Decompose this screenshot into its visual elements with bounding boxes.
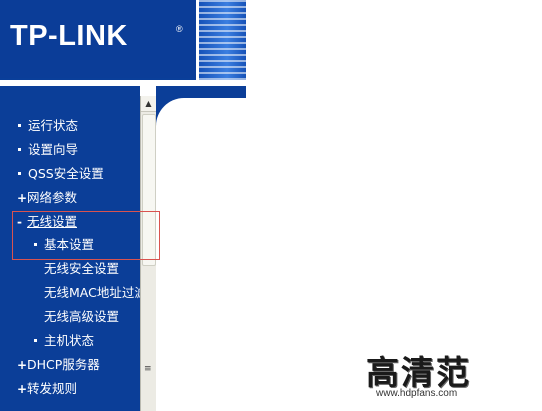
watermark-logo: 高清范 [366,353,471,392]
watermark-url: www.hdpfans.com [376,388,458,399]
sidebar-item-wireless-security[interactable]: 无线安全设置 [44,258,119,280]
annotation-highlight-box [12,211,160,260]
plus-icon: + [17,358,28,372]
content-area [156,98,542,411]
bullet-icon [18,172,21,175]
arrow-up-icon: ▲ [145,99,152,108]
sidebar-item-mac-filter[interactable]: 无线MAC地址过滤 [44,282,140,304]
sidebar-item-forwarding[interactable]: +转发规则 [17,378,77,400]
header-banner: TP-LINK ® [0,0,246,80]
logo-area: TP-LINK ® [0,0,196,78]
sidebar-item-network[interactable]: +网络参数 [17,187,77,209]
plus-icon: + [17,382,28,396]
plus-icon: + [17,191,28,205]
bullet-icon [18,148,21,151]
bullet-icon [34,339,37,342]
grip-icon: ≡ [144,364,152,374]
sidebar-item-qss[interactable]: QSS安全设置 [18,163,104,185]
sidebar-item-dhcp[interactable]: +DHCP服务器 [17,354,100,376]
sidebar-item-wireless-advanced[interactable]: 无线高级设置 [44,306,119,328]
sidebar-item-host-status[interactable]: 主机状态 [34,330,94,352]
watermark: 高清范 www.hdpfans.com [366,346,476,399]
sidebar-item-wizard[interactable]: 设置向导 [18,139,78,161]
header-stripes-decoration [199,0,246,80]
bullet-icon [18,124,21,127]
sidebar-item-status[interactable]: 运行状态 [18,115,78,137]
scroll-up-button[interactable]: ▲ [141,96,156,112]
tplink-logo: TP-LINK [10,20,128,52]
registered-mark: ® [176,24,183,34]
